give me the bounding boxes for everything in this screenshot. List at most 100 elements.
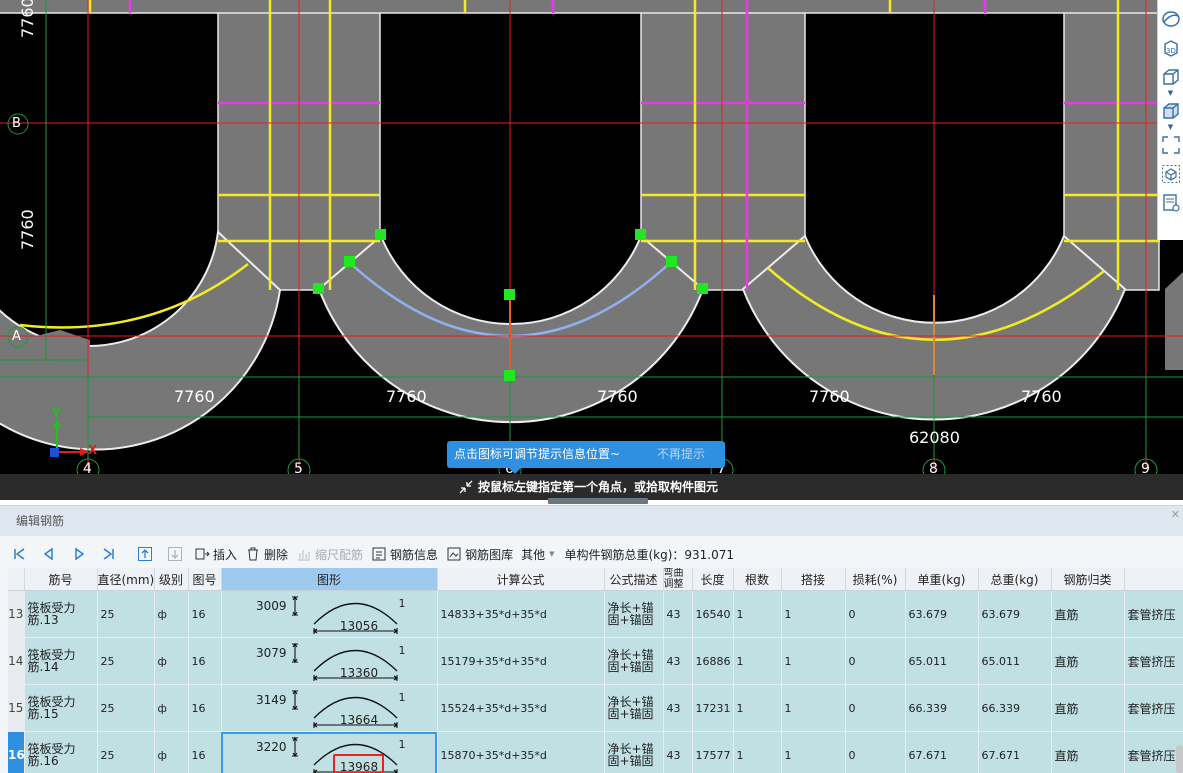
diameter-cell[interactable]: 25 xyxy=(97,731,155,773)
grade-cell[interactable]: ф xyxy=(154,731,189,773)
table-row[interactable]: 13 筏板受力筋.13 25 ф 16 3009 13056 1 14833+35*d+35*d… xyxy=(8,590,1183,638)
column-header[interactable]: 长度 xyxy=(692,568,734,591)
arc-rise-value[interactable]: 3149 xyxy=(256,693,287,707)
count-cell[interactable]: 1 xyxy=(733,637,782,685)
bend-adjust-cell[interactable]: 43 xyxy=(663,637,693,685)
column-header[interactable]: 图号 xyxy=(188,568,222,591)
other-dropdown[interactable]: 其他 ▼ xyxy=(521,543,554,565)
arc-span-value[interactable]: 13056 xyxy=(317,619,402,633)
diameter-cell[interactable]: 25 xyxy=(97,637,155,685)
delete-button[interactable]: 删除 xyxy=(245,543,288,565)
formula-description-cell[interactable]: 净长+锚固+锚固 xyxy=(604,731,664,773)
arc-rise-value[interactable]: 3220 xyxy=(256,740,287,754)
bar-name-cell[interactable]: 筏板受力筋.15 xyxy=(24,684,98,732)
row-number[interactable]: 14 xyxy=(8,637,25,685)
unit-weight-cell[interactable]: 65.011 xyxy=(905,637,979,685)
close-icon[interactable]: ✕ xyxy=(1171,508,1180,521)
total-weight-cell[interactable]: 65.011 xyxy=(978,637,1052,685)
length-cell[interactable]: 17577 xyxy=(692,731,734,773)
column-header[interactable]: 钢筋归类 xyxy=(1051,568,1125,591)
column-header[interactable]: 直径(mm) xyxy=(97,568,155,591)
scale-config-button[interactable]: 缩尺配筋 xyxy=(296,543,363,565)
column-header[interactable]: 总重(kg) xyxy=(978,568,1052,591)
total-weight-cell[interactable]: 63.679 xyxy=(978,590,1052,638)
column-header[interactable]: 计算公式 xyxy=(437,568,605,591)
figure-number-cell[interactable]: 16 xyxy=(188,590,222,638)
last-record-icon[interactable] xyxy=(98,543,120,565)
count-cell[interactable]: 1 xyxy=(733,731,782,773)
tip-bubble[interactable]: 点击图标可调节提示信息位置~ 不再提示 xyxy=(447,441,725,474)
cad-viewport[interactable]: 7760 7760 7760 7760 7760 62080 7760 7760… xyxy=(0,0,1183,500)
shape-cell[interactable]: 3009 13056 1 xyxy=(221,590,438,638)
dismiss-tip-link[interactable]: 不再提示 xyxy=(657,441,705,468)
cube-view-icon[interactable] xyxy=(1160,66,1182,88)
grade-cell[interactable]: ф xyxy=(154,684,189,732)
formula-description-cell[interactable]: 净长+锚固+锚固 xyxy=(604,637,664,685)
total-weight-cell[interactable]: 66.339 xyxy=(978,684,1052,732)
column-header[interactable]: 筋号 xyxy=(24,568,98,591)
next-record-icon[interactable] xyxy=(68,543,90,565)
unit-weight-cell[interactable]: 66.339 xyxy=(905,684,979,732)
formula-cell[interactable]: 15870+35*d+35*d xyxy=(437,731,605,773)
first-record-icon[interactable] xyxy=(8,543,30,565)
loss-cell[interactable]: 0 xyxy=(845,637,906,685)
column-header[interactable]: 搭接 xyxy=(781,568,846,591)
shape-cell[interactable]: 3079 13360 1 xyxy=(221,637,438,685)
table-row[interactable]: 14 筏板受力筋.14 25 ф 16 3079 13360 1 15179+35*d+35*d… xyxy=(8,637,1183,685)
figure-number-cell[interactable]: 16 xyxy=(188,731,222,773)
unit-weight-cell[interactable]: 67.671 xyxy=(905,731,979,773)
shape-cell[interactable]: 3149 13664 1 xyxy=(221,684,438,732)
grade-cell[interactable]: ф xyxy=(154,637,189,685)
end-count-value[interactable]: 1 xyxy=(399,691,406,704)
column-header-shape[interactable]: 图形 xyxy=(221,568,438,591)
column-header[interactable]: 级别 xyxy=(154,568,189,591)
arc-span-value[interactable]: 13360 xyxy=(317,666,402,680)
bend-adjust-cell[interactable]: 43 xyxy=(663,731,693,773)
rebar-library-button[interactable]: 钢筋图库 xyxy=(446,543,513,565)
formula-cell[interactable]: 15179+35*d+35*d xyxy=(437,637,605,685)
end-count-value[interactable]: 1 xyxy=(399,644,406,657)
bar-name-cell[interactable]: 筏板受力筋.16 xyxy=(24,731,98,773)
lap-cell[interactable]: 1 xyxy=(781,637,846,685)
panel-resize-handle[interactable] xyxy=(548,498,648,504)
arc-rise-value[interactable]: 3009 xyxy=(256,599,287,613)
length-cell[interactable]: 17231 xyxy=(692,684,734,732)
vertical-scrollbar[interactable] xyxy=(1176,745,1183,773)
figure-number-cell[interactable]: 16 xyxy=(188,637,222,685)
loss-cell[interactable]: 0 xyxy=(845,590,906,638)
column-header[interactable]: 根数 xyxy=(733,568,782,591)
shrink-arrows-icon[interactable] xyxy=(458,479,474,495)
total-weight-cell[interactable]: 67.671 xyxy=(978,731,1052,773)
classification-cell[interactable]: 直筋 xyxy=(1051,731,1125,773)
end-count-value[interactable]: 1 xyxy=(399,738,406,751)
connection-cell[interactable]: 套管挤压 xyxy=(1124,684,1183,732)
formula-description-cell[interactable]: 净长+锚固+锚固 xyxy=(604,590,664,638)
bend-adjust-cell[interactable]: 43 xyxy=(663,684,693,732)
rebar-info-button[interactable]: 钢筋信息 xyxy=(371,543,438,565)
connection-cell[interactable]: 套管挤压 xyxy=(1124,590,1183,638)
lap-cell[interactable]: 1 xyxy=(781,590,846,638)
object-cube-icon[interactable] xyxy=(1160,163,1182,185)
lap-cell[interactable]: 1 xyxy=(781,731,846,773)
unit-weight-cell[interactable]: 63.679 xyxy=(905,590,979,638)
classification-cell[interactable]: 直筋 xyxy=(1051,590,1125,638)
classification-cell[interactable]: 直筋 xyxy=(1051,637,1125,685)
length-cell[interactable]: 16540 xyxy=(692,590,734,638)
view-3d-icon[interactable]: 3D xyxy=(1160,37,1182,59)
loss-cell[interactable]: 0 xyxy=(845,731,906,773)
column-header[interactable]: 弯曲调整 xyxy=(663,568,693,591)
connection-cell[interactable]: 套管挤压 xyxy=(1124,731,1183,773)
report-view-icon[interactable] xyxy=(1160,192,1182,214)
arc-span-value[interactable]: 13664 xyxy=(317,713,402,727)
figure-number-cell[interactable]: 16 xyxy=(188,684,222,732)
column-header[interactable]: 公式描述 xyxy=(604,568,664,591)
count-cell[interactable]: 1 xyxy=(733,684,782,732)
table-row[interactable]: 16 筏板受力筋.16 25 ф 16 3220 13968 1 15870+35*d+35*d… xyxy=(8,731,1183,773)
previous-record-icon[interactable] xyxy=(38,543,60,565)
formula-description-cell[interactable]: 净长+锚固+锚固 xyxy=(604,684,664,732)
shape-cell[interactable]: 3220 13968 1 xyxy=(221,731,438,773)
formula-cell[interactable]: 14833+35*d+35*d xyxy=(437,590,605,638)
bend-adjust-cell[interactable]: 43 xyxy=(663,590,693,638)
diameter-cell[interactable]: 25 xyxy=(97,590,155,638)
orbit-icon[interactable] xyxy=(1160,8,1182,30)
